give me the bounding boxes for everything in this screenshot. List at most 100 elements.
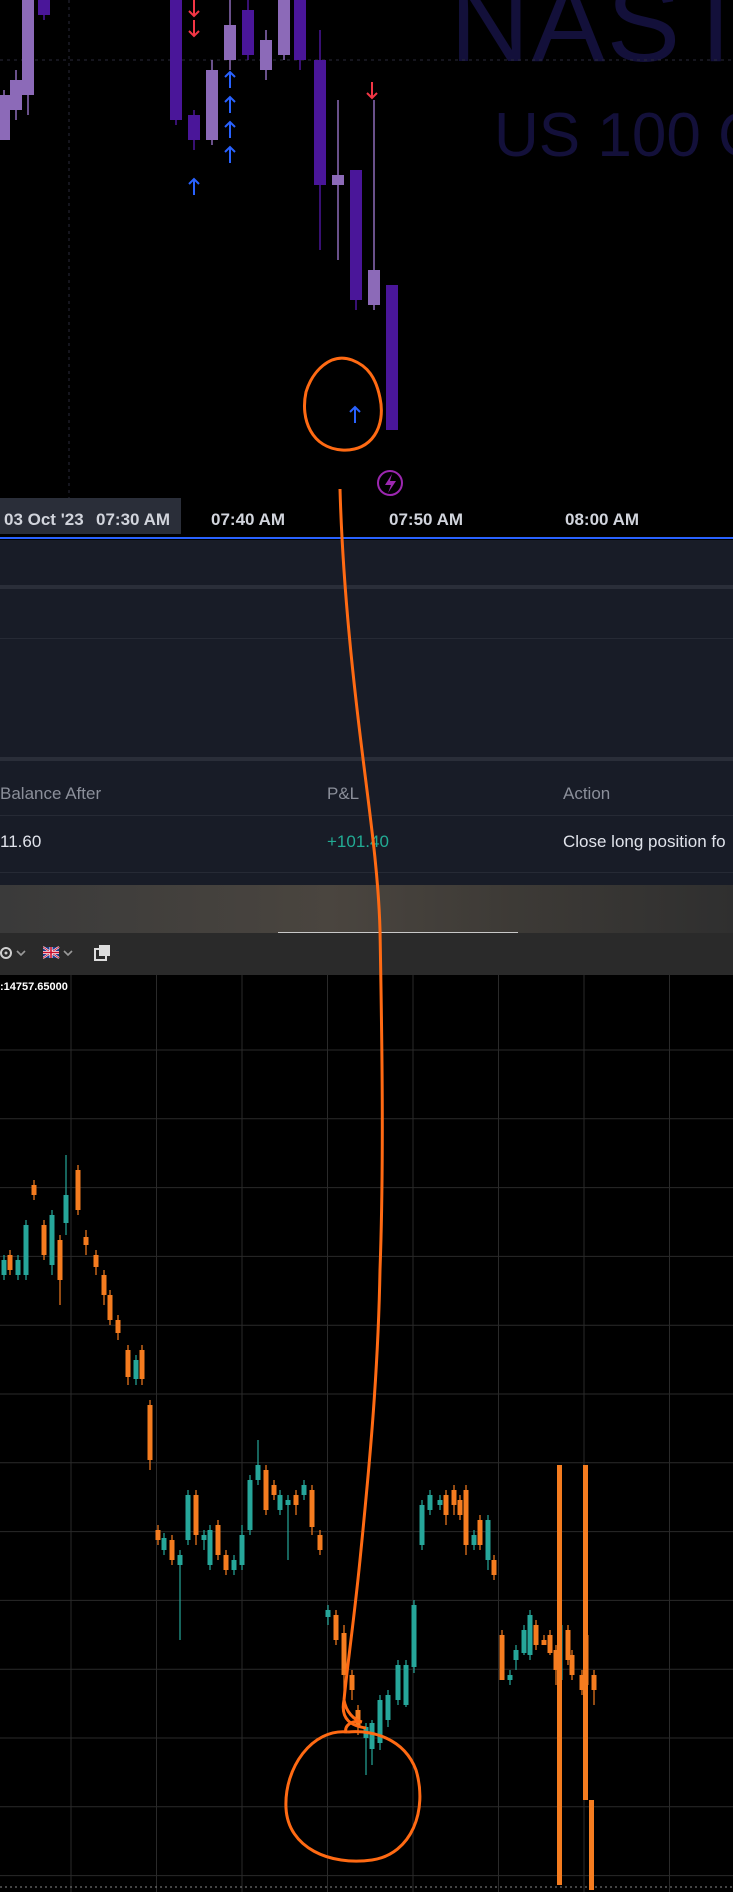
bottom-candle-body-32 — [255, 1465, 261, 1480]
arrow-up-icon-4 — [224, 145, 236, 163]
arrow-up-icon-5 — [349, 405, 361, 423]
time-axis-date: 03 Oct '23 — [4, 510, 84, 529]
bottom-candle-body-55 — [437, 1500, 443, 1505]
panel-divider — [0, 638, 733, 639]
top-candle-body-6 — [206, 70, 218, 140]
top-candle-body-2 — [22, 0, 34, 95]
uk-flag-icon[interactable] — [42, 944, 75, 967]
price-readout: :14757.65000 — [0, 981, 68, 993]
bottom-candle-body-52 — [411, 1605, 417, 1667]
top-candle-body-14 — [350, 170, 362, 300]
bottom-candle-body-33 — [263, 1470, 269, 1510]
bottom-candle-body-extra-1 — [557, 1465, 562, 1885]
bottom-candle-body-49 — [385, 1695, 391, 1720]
bottom-candle-body-3 — [23, 1225, 29, 1275]
row-pnl: +101.40 — [327, 832, 389, 851]
bottom-candle-body-42 — [333, 1615, 339, 1640]
panel-separator-2[interactable] — [0, 757, 733, 761]
bottom-candle-body-1 — [7, 1255, 13, 1270]
bottom-candle-body-14 — [115, 1320, 121, 1333]
top-chart[interactable]: NASTC US 100 C 03 Oct '23 07:30 AM 07:40… — [0, 0, 733, 540]
bottom-candle-body-51 — [403, 1665, 409, 1705]
bottom-candle-body-47 — [369, 1723, 375, 1749]
bottom-candle-body-39 — [309, 1490, 315, 1527]
bottom-candle-body-10 — [83, 1237, 89, 1245]
bottom-candle-body-29 — [231, 1560, 237, 1570]
bottom-candle-body-26 — [207, 1530, 213, 1565]
bottom-candle-body-7 — [57, 1240, 63, 1280]
time-axis-label-4: 08:00 AM — [565, 510, 640, 529]
time-axis: 03 Oct '23 07:30 AM 07:40 AM 07:50 AM 08… — [0, 498, 733, 538]
arrow-up-icon-0 — [188, 177, 200, 195]
bottom-candles — [0, 975, 733, 1892]
bottom-candle-body-41 — [325, 1610, 331, 1617]
bottom-candle-body-9 — [75, 1170, 81, 1210]
bottom-candle-body-11 — [93, 1255, 99, 1267]
top-candle-body-10 — [278, 0, 290, 55]
col-header-action[interactable]: Action — [563, 784, 610, 804]
col-header-balance-after[interactable]: Balance After — [0, 784, 101, 804]
bottom-candle-body-36 — [285, 1500, 291, 1505]
bottom-candle-body-extra-2 — [583, 1465, 588, 1800]
bottom-candle-body-63 — [491, 1560, 497, 1575]
bottom-candle-body-extra-3 — [589, 1800, 594, 1890]
bottom-candle-body-22 — [177, 1555, 183, 1565]
bottom-candle-body-34 — [271, 1485, 277, 1495]
bottom-candle-body-15 — [125, 1350, 131, 1377]
arrow-up-icon-2 — [224, 95, 236, 113]
panel-separator-1[interactable] — [0, 585, 733, 589]
bottom-candle-body-43 — [341, 1633, 347, 1675]
top-candle-body-8 — [242, 10, 254, 55]
top-candle-body-4 — [170, 0, 182, 120]
time-axis-label-3: 07:50 AM — [389, 510, 464, 529]
arrow-up-icon-3 — [224, 120, 236, 138]
chart-toolbar — [0, 933, 733, 975]
crosshair-line — [0, 537, 733, 539]
bottom-candle-body-78 — [591, 1675, 597, 1690]
bottom-candle-body-31 — [247, 1480, 253, 1530]
bottom-candle-body-8 — [63, 1195, 69, 1223]
bottom-candle-body-75 — [569, 1655, 575, 1675]
screenshot-banner — [0, 885, 733, 933]
bottom-candle-body-24 — [193, 1495, 199, 1535]
arrow-down-icon-2 — [366, 82, 378, 100]
bottom-candle-body-56 — [443, 1495, 449, 1515]
bottom-candle-body-69 — [533, 1625, 539, 1645]
bottom-chart[interactable]: :14757.65000 — [0, 975, 733, 1892]
top-candle-body-13 — [332, 175, 344, 185]
bottom-candle-body-61 — [477, 1520, 483, 1545]
bottom-candle-body-53 — [419, 1505, 425, 1545]
bottom-candle-body-13 — [107, 1295, 113, 1320]
bottom-candle-body-4 — [31, 1185, 37, 1195]
bottom-candle-body-64 — [499, 1635, 505, 1680]
bottom-candle-body-21 — [169, 1540, 175, 1560]
bottom-candle-body-25 — [201, 1535, 207, 1540]
bottom-candle-body-5 — [41, 1225, 47, 1255]
time-axis-label-2: 07:40 AM — [211, 510, 286, 529]
bottom-candle-body-57 — [451, 1490, 457, 1505]
bottom-candle-body-58 — [457, 1500, 463, 1515]
bottom-candle-body-66 — [513, 1650, 519, 1660]
top-candle-body-3 — [38, 0, 50, 15]
popout-icon[interactable] — [94, 944, 112, 967]
bottom-candle-body-45 — [355, 1710, 361, 1727]
bottom-candle-body-50 — [395, 1665, 401, 1700]
bottom-candle-body-19 — [155, 1530, 161, 1540]
bottom-candle-body-2 — [15, 1260, 21, 1275]
bottom-candle-body-20 — [161, 1538, 167, 1550]
arrow-up-icon-1 — [224, 70, 236, 88]
settings-icon[interactable] — [0, 944, 28, 967]
top-candle-body-1 — [10, 80, 22, 110]
col-header-pnl[interactable]: P&L — [327, 784, 359, 804]
row-action: Close long position fo — [563, 832, 726, 851]
top-candle-body-5 — [188, 115, 200, 140]
bottom-candle-body-23 — [185, 1495, 191, 1540]
bottom-candle-body-44 — [349, 1675, 355, 1690]
bottom-candle-body-40 — [317, 1535, 323, 1550]
bottom-candle-body-65 — [507, 1675, 513, 1680]
bottom-candle-body-54 — [427, 1495, 433, 1510]
bottom-candle-body-60 — [471, 1535, 477, 1545]
bottom-candle-body-18 — [147, 1405, 153, 1460]
top-candle-body-0 — [0, 95, 10, 140]
bottom-candle-body-38 — [301, 1485, 307, 1495]
